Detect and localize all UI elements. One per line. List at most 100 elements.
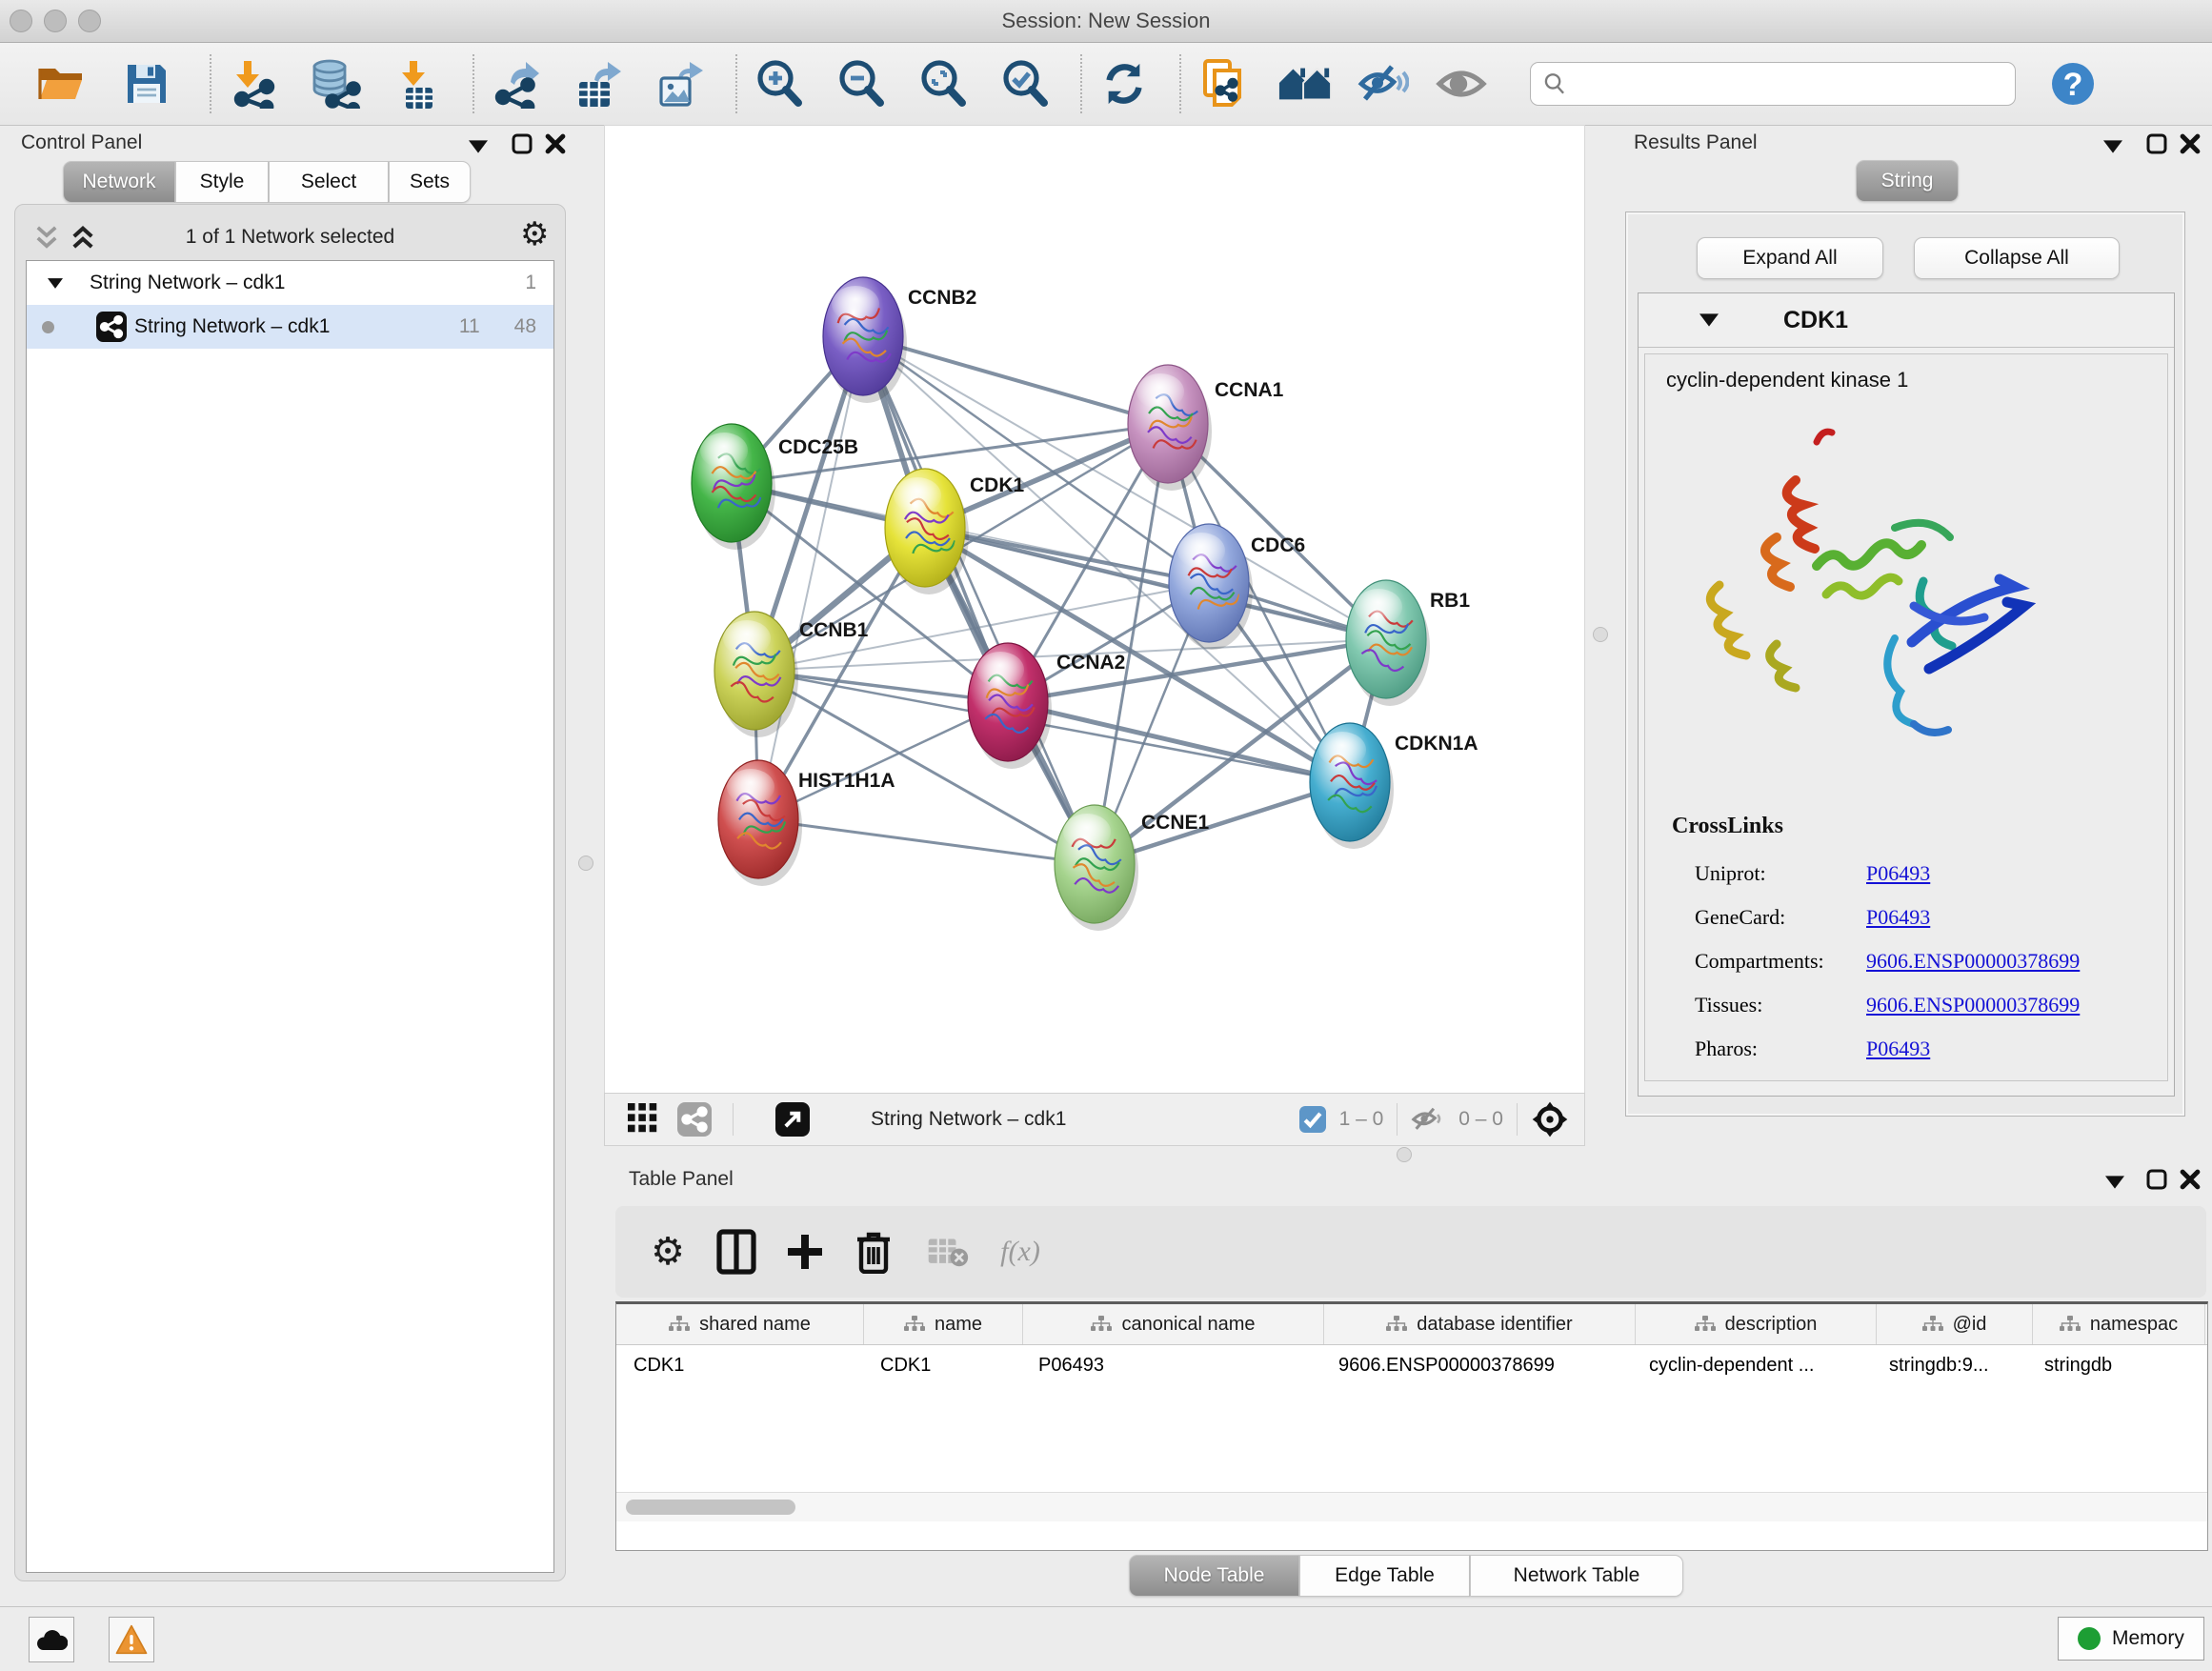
export-image-button[interactable]: [646, 50, 714, 118]
table-panel-float-icon[interactable]: [2145, 1168, 2168, 1191]
table-cell-6[interactable]: stringdb: [2027, 1345, 2199, 1385]
network-node-count: 11: [459, 315, 480, 338]
network-node-label-CDKN1A: CDKN1A: [1395, 733, 1478, 755]
collapse-all-button[interactable]: Collapse All: [1914, 237, 2120, 279]
import-table-button[interactable]: [383, 50, 452, 118]
crosslink-uniprot-link[interactable]: P06493: [1866, 861, 1930, 886]
results-panel-float-icon[interactable]: [2145, 132, 2168, 155]
network-node-label-CDC6: CDC6: [1251, 534, 1305, 556]
column-header-1[interactable]: name: [864, 1304, 1023, 1344]
tab-edge-table[interactable]: Edge Table: [1299, 1555, 1470, 1597]
network-node-label-CCNA1: CCNA1: [1215, 379, 1284, 401]
table-panel-close-icon[interactable]: [2180, 1169, 2201, 1190]
zoom-in-button[interactable]: [745, 50, 814, 118]
control-panel-close-icon[interactable]: [545, 133, 566, 154]
network-collection-row[interactable]: String Network – cdk1 1: [27, 261, 553, 305]
export-network-button[interactable]: [482, 50, 551, 118]
zoom-out-button[interactable]: [827, 50, 895, 118]
search-input[interactable]: [1567, 72, 1981, 96]
network-node-label-CCNE1: CCNE1: [1141, 812, 1210, 834]
table-cell-4[interactable]: cyclin-dependent ...: [1632, 1345, 1872, 1385]
column-header-4[interactable]: description: [1636, 1304, 1877, 1344]
table-h-scrollbar-thumb[interactable]: [626, 1500, 795, 1515]
show-columns-button[interactable]: [707, 1222, 766, 1281]
cloud-icon: [35, 1627, 68, 1652]
table-cell-0[interactable]: CDK1: [616, 1345, 863, 1385]
expand-all-button[interactable]: Expand All: [1697, 237, 1883, 279]
control-panel-float-icon[interactable]: [511, 132, 533, 155]
fit-selected-crosshair-icon[interactable]: [1531, 1100, 1569, 1138]
tab-style[interactable]: Style: [175, 161, 269, 203]
tree-expand-icon[interactable]: [48, 278, 63, 289]
toolbar-search: [1530, 62, 2016, 106]
cloud-status-button[interactable]: [29, 1617, 74, 1662]
apply-function-button-disabled[interactable]: f(x): [991, 1222, 1050, 1281]
column-header-2[interactable]: canonical name: [1023, 1304, 1324, 1344]
crosslink-tissues-link[interactable]: 9606.ENSP00000378699: [1866, 993, 2080, 1017]
table-cell-2[interactable]: P06493: [1021, 1345, 1321, 1385]
delete-column-button[interactable]: [844, 1222, 903, 1281]
network-options-gear-icon[interactable]: ⚙︎: [520, 218, 549, 251]
save-session-button[interactable]: [112, 50, 181, 118]
network-node-label-HIST1H1A: HIST1H1A: [798, 770, 895, 792]
network-graph[interactable]: CCNB2CCNA1CDC25BCDK1CDC6RB1CCNB1CCNA2CDK…: [605, 126, 1584, 1094]
crosslink-pharos-link[interactable]: P06493: [1866, 1037, 1930, 1061]
create-column-button[interactable]: [775, 1222, 835, 1281]
table-settings-gear-icon[interactable]: ⚙︎: [638, 1222, 697, 1281]
network-collection-count: 1: [525, 272, 536, 294]
open-in-window-icon[interactable]: [775, 1102, 810, 1137]
node-table: shared namenamecanonical namedatabase id…: [615, 1301, 2208, 1551]
import-network-from-database-button[interactable]: [301, 50, 370, 118]
tab-select[interactable]: Select: [269, 161, 389, 203]
protein-card-collapse-icon[interactable]: [1699, 313, 1719, 327]
table-row[interactable]: CDK1CDK1P064939606.ENSP00000378699cyclin…: [616, 1345, 2207, 1385]
protein-description: cyclin-dependent kinase 1: [1645, 354, 2167, 393]
column-header-5[interactable]: @id: [1877, 1304, 2033, 1344]
memory-button[interactable]: Memory: [2058, 1617, 2204, 1661]
crosslink-label: Tissues:: [1695, 993, 1866, 1017]
table-cell-1[interactable]: CDK1: [863, 1345, 1021, 1385]
control-panel: Control Panel Network Style Select Sets …: [0, 125, 585, 1606]
home-button[interactable]: [1271, 50, 1339, 118]
crosslink-label: Uniprot:: [1695, 861, 1866, 886]
column-header-6[interactable]: namespac: [2033, 1304, 2205, 1344]
crosslink-genecard-link[interactable]: P06493: [1866, 905, 1930, 930]
network-share-toggle-icon[interactable]: [677, 1102, 712, 1137]
show-all-button[interactable]: [1427, 50, 1496, 118]
hide-selected-button[interactable]: [1349, 50, 1418, 118]
left-splitter-handle[interactable]: [578, 856, 593, 871]
export-table-button[interactable]: [564, 50, 633, 118]
tab-string[interactable]: String: [1856, 160, 1959, 202]
node-gloss: [894, 477, 941, 513]
open-session-button[interactable]: [27, 50, 95, 118]
delete-table-button-disabled[interactable]: [918, 1222, 977, 1281]
results-panel-close-icon[interactable]: [2180, 133, 2201, 154]
network-row-selected[interactable]: String Network – cdk1 11 48: [27, 305, 553, 349]
column-header-0[interactable]: shared name: [616, 1304, 864, 1344]
zoom-fit-button[interactable]: [909, 50, 977, 118]
network-view-canvas[interactable]: CCNB2CCNA1CDC25BCDK1CDC6RB1CCNB1CCNA2CDK…: [604, 125, 1585, 1095]
warnings-button[interactable]: [109, 1617, 154, 1662]
import-network-button[interactable]: [219, 50, 288, 118]
node-gloss: [1063, 814, 1111, 850]
results-panel-menu-icon[interactable]: [2103, 140, 2122, 153]
tab-network[interactable]: Network: [63, 161, 175, 203]
tab-network-table[interactable]: Network Table: [1470, 1555, 1683, 1597]
tab-sets[interactable]: Sets: [389, 161, 471, 203]
column-header-3[interactable]: database identifier: [1324, 1304, 1636, 1344]
apply-style-button[interactable]: [1090, 50, 1158, 118]
crosslink-compartments-link[interactable]: 9606.ENSP00000378699: [1866, 949, 2080, 974]
selected-nodes-checkbox-icon[interactable]: [1299, 1106, 1326, 1133]
table-panel-menu-icon[interactable]: [2105, 1176, 2124, 1189]
right-splitter-handle[interactable]: [1593, 627, 1608, 642]
birds-eye-grid-icon[interactable]: [628, 1103, 660, 1136]
control-panel-menu-icon[interactable]: [469, 140, 488, 153]
network-collection-label: String Network – cdk1: [90, 272, 285, 294]
clone-network-button[interactable]: [1189, 50, 1257, 118]
tab-node-table[interactable]: Node Table: [1129, 1555, 1299, 1597]
crosslink-row: Compartments: 9606.ENSP00000378699: [1695, 939, 2162, 983]
zoom-selected-button[interactable]: [991, 50, 1059, 118]
table-cell-5[interactable]: stringdb:9...: [1872, 1345, 2027, 1385]
help-button[interactable]: ?: [2039, 50, 2107, 118]
table-cell-3[interactable]: 9606.ENSP00000378699: [1321, 1345, 1632, 1385]
